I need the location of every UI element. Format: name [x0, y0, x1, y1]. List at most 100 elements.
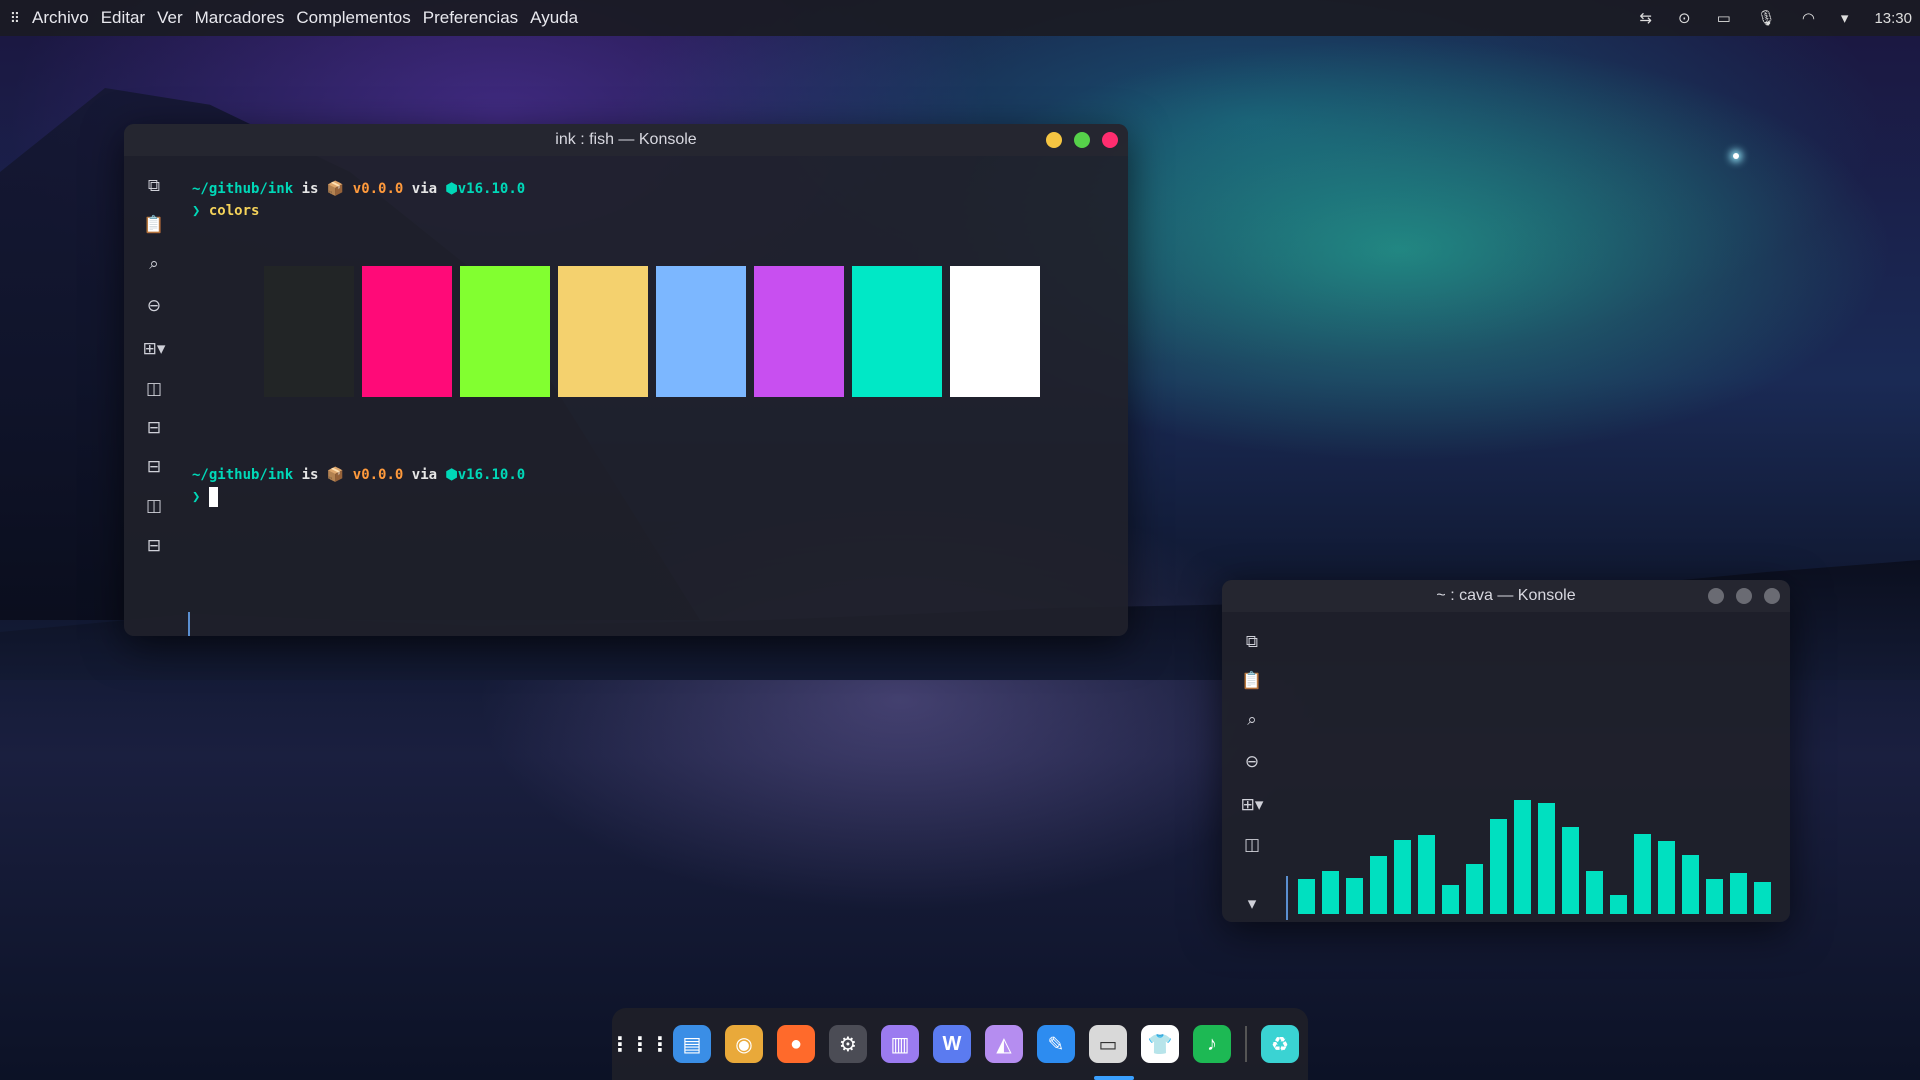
split-vertical-icon[interactable]: ◫	[1244, 826, 1260, 864]
minimize-button[interactable]	[1046, 132, 1062, 148]
audio-bar	[1730, 873, 1747, 914]
prompt-version: v0.0.0	[352, 181, 404, 197]
window-titlebar-cava[interactable]: ~ : cava — Konsole	[1222, 580, 1790, 612]
copy-icon[interactable]: ⧉	[1246, 622, 1258, 662]
menu-item-editar[interactable]: Editar	[95, 8, 151, 28]
split-horizontal-icon-2[interactable]: ⊟	[147, 448, 161, 486]
window-titlebar[interactable]: ink : fish — Konsole	[124, 124, 1128, 156]
maximize-button[interactable]	[1074, 132, 1090, 148]
prompt-line-2: ~/github/ink is 📦 v0.0.0 via ⬢ v16.10.0	[192, 464, 525, 486]
color-swatch-cyan	[852, 266, 942, 397]
prompt-chevron: ❯	[192, 489, 201, 505]
firefox-icon[interactable]: ●	[777, 1025, 815, 1063]
microphone-icon[interactable]: 🎙	[1757, 9, 1776, 27]
maximize-button-cava[interactable]	[1736, 588, 1752, 604]
terminal-output[interactable]: ~/github/ink is 📦 v0.0.0 via ⬢ v16.10.0 …	[192, 178, 525, 222]
spotify-icon[interactable]: ♪	[1193, 1025, 1231, 1063]
copy-icon[interactable]: ⧉	[148, 166, 160, 206]
menu-item-ver[interactable]: Ver	[151, 8, 189, 28]
system-tray: ⇆ ⊙ ▭ 🎙 ◠ ▾ 13:30	[1639, 9, 1920, 28]
files-icon[interactable]: ▤	[673, 1025, 711, 1063]
audio-bar	[1442, 885, 1459, 914]
top-menu-bar: ⠿ Archivo Editar Ver Marcadores Compleme…	[0, 0, 1920, 36]
prompt-command: colors	[208, 203, 260, 219]
window-title-cava: ~ : cava — Konsole	[1436, 587, 1576, 604]
audio-bar	[1754, 882, 1771, 914]
audio-bar	[1538, 803, 1555, 914]
close-button[interactable]	[1102, 132, 1118, 148]
app-grid-icon[interactable]: ⋮⋮⋮	[610, 1025, 670, 1063]
search-icon[interactable]: ⌕	[1247, 700, 1257, 740]
audio-bar	[1298, 879, 1315, 914]
chevron-down-icon[interactable]: ▾	[1248, 884, 1257, 922]
settings-icon[interactable]: ⚙	[829, 1025, 867, 1063]
design-icon[interactable]: ✎	[1037, 1025, 1075, 1063]
terminal-output-2[interactable]: ~/github/ink is 📦 v0.0.0 via ⬢ v16.10.0 …	[192, 464, 525, 508]
color-swatches	[264, 266, 1040, 397]
color-swatch-white	[950, 266, 1040, 397]
audio-bar	[1634, 834, 1651, 914]
clock[interactable]: 13:30	[1874, 10, 1912, 27]
media-icon[interactable]: ⊙	[1678, 9, 1691, 27]
menu-item-complementos[interactable]: Complementos	[290, 8, 416, 28]
split-vertical-icon[interactable]: ◫	[146, 370, 162, 408]
audio-bar	[1370, 856, 1387, 914]
audio-bar	[1346, 878, 1363, 914]
new-tab-icon[interactable]: ⊞▾	[143, 328, 166, 370]
audio-bar	[1418, 835, 1435, 914]
more-icon[interactable]: ⊖	[147, 284, 161, 328]
audio-bar	[1658, 841, 1675, 914]
prompt-chevron: ❯	[192, 203, 201, 219]
new-tab-icon[interactable]: ⊞▾	[1241, 784, 1264, 826]
split-vertical-icon-2[interactable]: ◫	[146, 486, 162, 526]
color-swatch-pink	[362, 266, 452, 397]
photos-icon[interactable]: ◭	[985, 1025, 1023, 1063]
input-line[interactable]: ❯	[192, 486, 525, 508]
paste-icon[interactable]: 📋	[1241, 662, 1262, 700]
prompt-version: v0.0.0	[352, 467, 404, 483]
prompt-via: via	[411, 181, 438, 197]
menu-item-preferencias[interactable]: Preferencias	[417, 8, 524, 28]
audio-bar	[1682, 855, 1699, 914]
package-icon: 📦	[326, 181, 345, 197]
wifi-icon[interactable]: ◠	[1802, 9, 1815, 27]
prompt-via: via	[411, 467, 438, 483]
split-horizontal-icon[interactable]: ⊟	[147, 408, 161, 448]
audio-bar	[1514, 800, 1531, 914]
audio-bar	[1610, 895, 1627, 914]
chevron-down-icon[interactable]: ▾	[1841, 9, 1849, 27]
wallpaper-star	[1733, 153, 1739, 159]
prompt-is: is	[301, 467, 319, 483]
menu-item-marcadores[interactable]: Marcadores	[189, 8, 291, 28]
more-icon[interactable]: ⊖	[1245, 740, 1259, 784]
grid-icon[interactable]: ⠿	[4, 10, 26, 27]
word-icon[interactable]: W	[933, 1025, 971, 1063]
color-swatch-purple	[754, 266, 844, 397]
package-icon: 📦	[326, 467, 345, 483]
terminal-icon[interactable]: ▭	[1089, 1025, 1127, 1063]
store-icon[interactable]: ▥	[881, 1025, 919, 1063]
konsole-sidebar-cava: ⧉ 📋 ⌕ ⊖ ⊞▾ ◫ ▾	[1222, 612, 1282, 922]
menu-item-ayuda[interactable]: Ayuda	[524, 8, 584, 28]
close-button-cava[interactable]	[1764, 588, 1780, 604]
audio-visualizer	[1298, 800, 1771, 914]
menu-item-archivo[interactable]: Archivo	[26, 8, 95, 28]
prompt-node-version: v16.10.0	[457, 467, 526, 483]
prompt-line: ~/github/ink is 📦 v0.0.0 via ⬢ v16.10.0	[192, 178, 525, 200]
menu-list: Archivo Editar Ver Marcadores Complement…	[26, 8, 584, 28]
audio-bar	[1706, 879, 1723, 914]
transfer-icon[interactable]: ⇆	[1639, 9, 1652, 27]
konsole-sidebar: ⧉ 📋 ⌕ ⊖ ⊞▾ ◫ ⊟ ⊟ ◫ ⊟	[124, 156, 184, 566]
trash-icon[interactable]: ♻	[1261, 1025, 1299, 1063]
split-horizontal-icon-3[interactable]: ⊟	[147, 526, 161, 566]
prompt-node-version: v16.10.0	[457, 181, 526, 197]
paste-icon[interactable]: 📋	[143, 206, 164, 244]
color-swatch-blue	[656, 266, 746, 397]
audio-bar	[1562, 827, 1579, 914]
search-icon[interactable]: ⌕	[149, 244, 159, 284]
battery-icon[interactable]: ▭	[1717, 9, 1731, 27]
chrome-icon[interactable]: ◉	[725, 1025, 763, 1063]
shirt-icon[interactable]: 👕	[1141, 1025, 1179, 1063]
audio-bar	[1490, 819, 1507, 914]
minimize-button-cava[interactable]	[1708, 588, 1724, 604]
